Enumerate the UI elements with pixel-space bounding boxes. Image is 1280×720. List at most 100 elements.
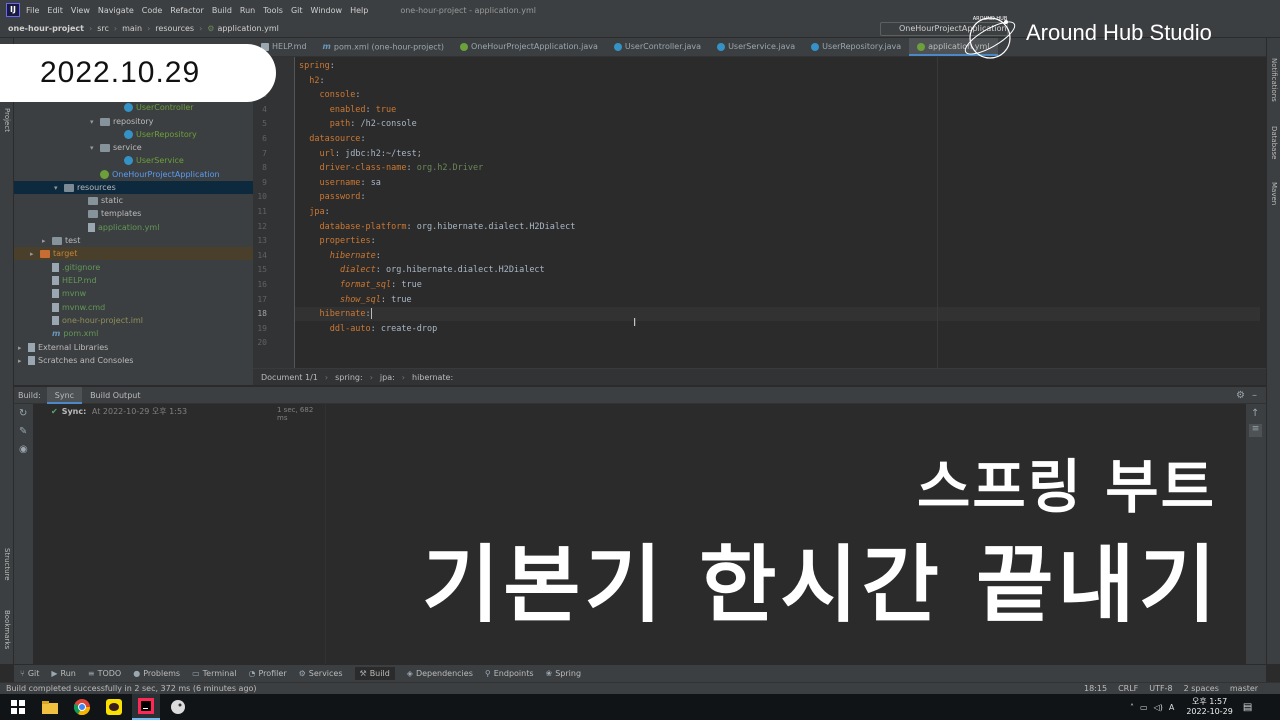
pin-icon[interactable]: ✎ xyxy=(19,426,27,437)
code-line[interactable]: properties: xyxy=(299,234,375,248)
toolwindow-services[interactable]: ⚙ Services xyxy=(299,669,343,678)
minimize-icon[interactable]: – xyxy=(1252,390,1257,401)
file-explorer-button[interactable] xyxy=(36,694,64,720)
menu-run[interactable]: Run xyxy=(240,6,255,15)
sync-result-row[interactable]: ✔ Sync: At 2022-10-29 오후 1:53 xyxy=(51,406,187,417)
gear-icon[interactable]: ⚙ xyxy=(1236,390,1245,401)
menu-git[interactable]: Git xyxy=(291,6,303,15)
input-language[interactable]: A xyxy=(1169,703,1174,712)
menu-view[interactable]: View xyxy=(71,6,90,15)
scroll-up-icon[interactable]: ↑ xyxy=(1251,408,1259,419)
menu-navigate[interactable]: Navigate xyxy=(98,6,134,15)
tree-item[interactable]: m pom.xml xyxy=(14,327,253,340)
bookmarks-tool-label[interactable]: Bookmarks xyxy=(3,610,11,649)
tree-item[interactable]: ▾ service xyxy=(14,141,253,154)
toolwindow-build[interactable]: ⚒ Build xyxy=(354,667,395,680)
tree-item[interactable]: templates xyxy=(14,207,253,220)
breadcrumb-main[interactable]: main xyxy=(122,24,142,33)
code-line[interactable]: ddl-auto: create-drop xyxy=(299,322,438,336)
tree-item[interactable]: UserController xyxy=(14,101,253,114)
code-line[interactable]: h2: xyxy=(299,74,324,88)
code-line[interactable]: jpa: xyxy=(299,205,329,219)
chrome-button[interactable] xyxy=(68,694,96,720)
breadcrumb-project[interactable]: one-hour-project xyxy=(8,24,84,33)
eye-icon[interactable]: ◉ xyxy=(19,444,28,455)
editor-tab[interactable]: m pom.xml (one-hour-project) xyxy=(315,38,452,56)
editor-tab[interactable]: UserService.java xyxy=(709,38,803,56)
code-line[interactable]: url: jdbc:h2:~/test; xyxy=(299,147,421,161)
notification-center-icon[interactable]: ▤ xyxy=(1243,702,1252,713)
editor-tab[interactable]: UserRepository.java xyxy=(803,38,909,56)
code-line[interactable]: driver-class-name: org.h2.Driver xyxy=(299,161,483,175)
notifications-tool-label[interactable]: Notifications xyxy=(1270,58,1278,102)
toolwindow-problems[interactable]: ● Problems xyxy=(133,669,180,678)
code-line[interactable]: path: /h2-console xyxy=(299,117,417,131)
database-tool-label[interactable]: Database xyxy=(1270,126,1278,159)
tree-item[interactable]: UserRepository xyxy=(14,128,253,141)
tree-item[interactable]: one-hour-project.iml xyxy=(14,314,253,327)
menu-build[interactable]: Build xyxy=(212,6,232,15)
code-line[interactable]: format_sql: true xyxy=(299,278,422,292)
tree-item[interactable]: HELP.md xyxy=(14,274,253,287)
clock[interactable]: 오후 1:57 2022-10-29 xyxy=(1186,697,1233,717)
network-icon[interactable]: ▭ xyxy=(1140,703,1148,712)
code-line[interactable]: dialect: org.hibernate.dialect.H2Dialect xyxy=(299,263,545,277)
refresh-icon[interactable]: ↻ xyxy=(19,408,27,419)
tree-item[interactable]: ▸ External Libraries xyxy=(14,341,253,354)
intellij-button[interactable] xyxy=(132,694,160,720)
editor-tab[interactable]: OneHourProjectApplication.java xyxy=(452,38,606,56)
toolwindow-spring[interactable]: ❀ Spring xyxy=(546,669,582,678)
structure-tool-label[interactable]: Structure xyxy=(3,548,11,581)
start-button[interactable] xyxy=(4,694,32,720)
editor-tab[interactable]: UserController.java xyxy=(606,38,709,56)
breadcrumb-application-yml[interactable]: application.yml xyxy=(217,24,278,33)
tree-item[interactable]: .gitignore xyxy=(14,261,253,274)
code-line[interactable]: username: sa xyxy=(299,176,380,190)
toolwindow-dependencies[interactable]: ◈ Dependencies xyxy=(407,669,473,678)
code-line[interactable]: spring: xyxy=(299,59,335,73)
code-line[interactable]: hibernate: xyxy=(299,249,381,263)
toolwindow-terminal[interactable]: ▭ Terminal xyxy=(192,669,236,678)
menu-file[interactable]: File xyxy=(26,6,39,15)
tree-item[interactable]: ▸ test xyxy=(14,234,253,247)
tree-item[interactable]: ▸ Scratches and Consoles xyxy=(14,354,253,367)
menu-code[interactable]: Code xyxy=(142,6,162,15)
tree-item[interactable]: static xyxy=(14,194,253,207)
menu-tools[interactable]: Tools xyxy=(263,6,283,15)
menu-window[interactable]: Window xyxy=(311,6,343,15)
breadcrumb-spring[interactable]: spring: xyxy=(335,373,363,382)
code-line[interactable]: show_sql: true xyxy=(299,293,412,307)
tree-item[interactable]: application.yml xyxy=(14,221,253,234)
tree-item[interactable]: mvnw xyxy=(14,287,253,300)
tree-item[interactable]: ▾ resources xyxy=(14,181,253,194)
volume-icon[interactable]: ◁) xyxy=(1154,703,1163,712)
code-line[interactable]: datasource: xyxy=(299,132,365,146)
toolwindow-endpoints[interactable]: ⚲ Endpoints xyxy=(485,669,534,678)
kakaotalk-button[interactable] xyxy=(100,694,128,720)
tree-item[interactable]: UserService xyxy=(14,154,253,167)
breadcrumb-resources[interactable]: resources xyxy=(155,24,194,33)
breadcrumb-src[interactable]: src xyxy=(97,24,109,33)
toolwindow-todo[interactable]: ≡ TODO xyxy=(88,669,121,678)
breadcrumb-document[interactable]: Document 1/1 xyxy=(261,373,318,382)
chevron-icon[interactable]: ▸ xyxy=(18,355,28,368)
tree-item[interactable]: ▸ target xyxy=(14,247,253,260)
code-line[interactable]: database-platform: org.hibernate.dialect… xyxy=(299,220,575,234)
toolwindow-run[interactable]: ▶ Run xyxy=(51,669,76,678)
breadcrumb-hibernate[interactable]: hibernate: xyxy=(412,373,453,382)
maven-tool-label[interactable]: Maven xyxy=(1270,182,1278,205)
tab-sync[interactable]: Sync xyxy=(46,386,83,404)
tree-item[interactable]: mvnw.cmd xyxy=(14,301,253,314)
code-line[interactable]: console: xyxy=(299,88,360,102)
menu-refactor[interactable]: Refactor xyxy=(170,6,204,15)
project-tool-label[interactable]: Project xyxy=(3,108,11,132)
toolwindow-git[interactable]: ⑂ Git xyxy=(20,669,39,678)
menu-edit[interactable]: Edit xyxy=(47,6,63,15)
code-line[interactable]: password: xyxy=(299,190,365,204)
code-line[interactable]: enabled: true xyxy=(299,103,397,117)
app-button[interactable] xyxy=(164,694,192,720)
chevron-icon[interactable]: ▸ xyxy=(30,248,40,261)
breadcrumb-jpa[interactable]: jpa: xyxy=(380,373,395,382)
tree-item[interactable]: ▾ repository xyxy=(14,115,253,128)
tree-item[interactable]: OneHourProjectApplication xyxy=(14,168,253,181)
